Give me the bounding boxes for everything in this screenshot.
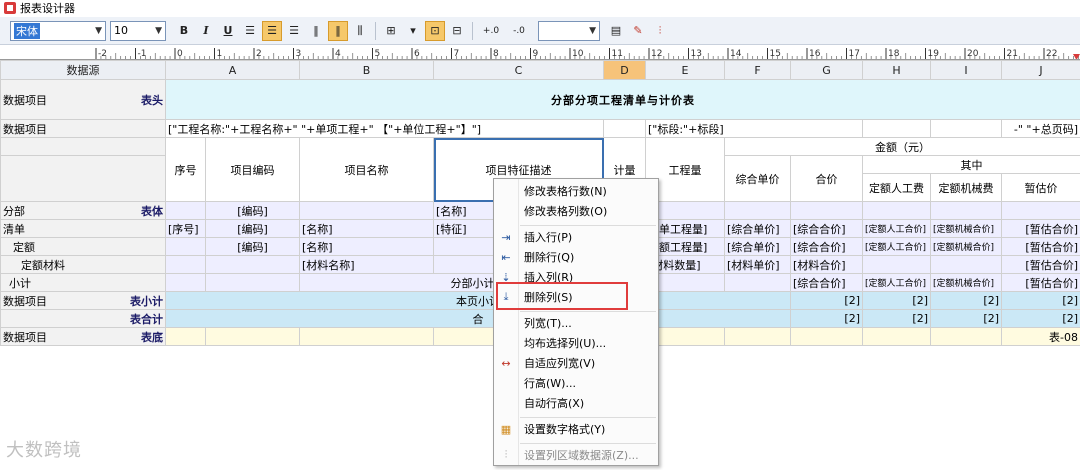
- col-header-c[interactable]: C: [433, 60, 604, 80]
- insert-row-icon: ⇥: [501, 230, 511, 244]
- col-header-j[interactable]: J: [1001, 60, 1080, 80]
- ruler-label: 21: [1007, 49, 1018, 59]
- menu-col-width[interactable]: 列宽(T)...: [494, 313, 658, 333]
- title-bar: 报表设计器: [0, 0, 1080, 16]
- menu-number-format[interactable]: ▦ 设置数字格式(Y): [494, 419, 658, 439]
- row-header-xj[interactable]: 小计: [0, 273, 166, 292]
- delete-row-icon: ⇤: [501, 250, 511, 264]
- ruler-label: 22: [1046, 49, 1057, 59]
- border-dropdown-icon[interactable]: ▾: [403, 21, 423, 41]
- format-select[interactable]: ▼: [538, 20, 600, 41]
- ruler-label: 11: [612, 49, 623, 59]
- context-menu: 修改表格行数(N) 修改表格列数(O) ⇥ 插入行(P) ⇤ 删除行(Q) ⇣ 插入列…: [493, 178, 659, 466]
- col-header-h[interactable]: H: [862, 60, 931, 80]
- estimate-header[interactable]: 暂估价: [1001, 173, 1080, 202]
- merge-cells-icon[interactable]: ⊡: [425, 20, 445, 41]
- font-size-select[interactable]: 10 ▼: [110, 20, 166, 41]
- ruler-label: 12: [651, 49, 662, 59]
- watermark: 大数跨境: [6, 440, 82, 461]
- row-header-cl[interactable]: 定额材料: [0, 255, 166, 274]
- col-header-e[interactable]: E: [645, 60, 725, 80]
- ruler-label: 14: [730, 49, 742, 59]
- menu-row-height[interactable]: 行高(W)...: [494, 373, 658, 393]
- bold-button[interactable]: B: [174, 21, 194, 41]
- brush-icon[interactable]: ✎: [628, 21, 648, 41]
- menu-col-datasource[interactable]: ⫶ 设置列区域数据源(Z)...: [494, 445, 658, 465]
- align-center-icon[interactable]: ☰: [262, 20, 282, 41]
- inner-header[interactable]: 其中: [862, 155, 1080, 174]
- datasource-icon: ⫶: [504, 448, 508, 461]
- menu-autofit-width[interactable]: ↔ 自适应列宽(V): [494, 353, 658, 373]
- italic-button[interactable]: I: [196, 21, 216, 41]
- ruler-label: 16: [809, 49, 821, 59]
- row-header-columns-2[interactable]: [0, 155, 166, 202]
- total-header[interactable]: 合价: [790, 155, 863, 202]
- menu-modify-rows[interactable]: 修改表格行数(N): [494, 181, 658, 201]
- chart-icon[interactable]: ⫶: [650, 21, 670, 41]
- split-cells-icon[interactable]: ⊟: [447, 21, 467, 41]
- distribute-icon[interactable]: ‖: [306, 21, 326, 41]
- border-icon[interactable]: ⊞: [381, 21, 401, 41]
- vertical-distribute-icon[interactable]: ⫼: [350, 21, 370, 41]
- preview-icon[interactable]: ▤: [606, 21, 626, 41]
- highlight-box: [496, 282, 628, 310]
- ruler-label: 18: [888, 49, 900, 59]
- chevron-down-icon: ▼: [155, 25, 162, 36]
- project-name-cell[interactable]: ["工程名称:"+工程名称+" "+单项工程+" 【"+单位工程+"】"]: [165, 119, 604, 138]
- ruler-label: 20: [967, 49, 979, 59]
- row-header-bxj[interactable]: 数据项目: [3, 295, 47, 308]
- amount-header[interactable]: 金额（元）: [724, 137, 1080, 156]
- row-header-columns-1[interactable]: [0, 137, 166, 156]
- align-right-icon[interactable]: ☰: [284, 21, 304, 41]
- ruler-label: 13: [691, 49, 702, 59]
- col-header-b[interactable]: B: [299, 60, 434, 80]
- row-header-info[interactable]: 数据项目: [0, 119, 166, 138]
- col-header-a[interactable]: A: [165, 60, 300, 80]
- ruler: -2 -1 0 1 2 3 4 5 6 7 8 9 10 11 12 13 14 15 16 17 18 19 20 21 22…: [0, 46, 1080, 60]
- menu-insert-row[interactable]: ⇥ 插入行(P): [494, 227, 658, 247]
- report-title-cell[interactable]: 分部分项工程清单与计价表: [165, 79, 1080, 120]
- menu-delete-row[interactable]: ⇤ 删除行(Q): [494, 247, 658, 267]
- row-header-de[interactable]: 定额: [0, 237, 166, 256]
- app-icon: [4, 2, 16, 14]
- increase-decimal-button[interactable]: +.0: [478, 21, 504, 41]
- corner-header: 数据源: [0, 60, 166, 80]
- align-left-icon[interactable]: ☰: [240, 21, 260, 41]
- col-header-f[interactable]: F: [724, 60, 791, 80]
- machine-header[interactable]: 定额机械费: [930, 173, 1002, 202]
- ruler-label: 10: [572, 49, 584, 59]
- window-title: 报表设计器: [20, 2, 75, 15]
- underline-button[interactable]: U: [218, 21, 238, 41]
- decrease-decimal-button[interactable]: -.0: [506, 21, 532, 41]
- ruler-label: 19: [928, 49, 940, 59]
- row-header-title[interactable]: 数据项目 表头: [0, 79, 166, 120]
- menu-auto-row-height[interactable]: 自动行高(X): [494, 393, 658, 413]
- code-header[interactable]: 项目编码: [205, 137, 300, 202]
- col-header-d[interactable]: D: [603, 60, 646, 80]
- section-cell[interactable]: ["标段:"+标段]: [645, 119, 863, 138]
- autofit-icon: ↔: [501, 356, 511, 370]
- number-format-icon: ▦: [500, 422, 512, 436]
- labor-header[interactable]: 定额人工费: [862, 173, 931, 202]
- chevron-down-icon: ▼: [95, 25, 102, 36]
- col-header-i[interactable]: I: [930, 60, 1002, 80]
- row-header-fb[interactable]: 分部: [3, 205, 25, 218]
- row-header-bd[interactable]: 数据项目: [3, 331, 47, 344]
- justify-icon[interactable]: ‖: [328, 20, 348, 41]
- menu-modify-cols[interactable]: 修改表格列数(O): [494, 201, 658, 221]
- name-header[interactable]: 项目名称: [299, 137, 434, 202]
- unit-price-header[interactable]: 综合单价: [724, 155, 791, 202]
- chevron-down-icon: ▼: [589, 25, 596, 36]
- page-cell[interactable]: -" "+总页码]: [1001, 119, 1080, 138]
- toolbar: 宋体 ▼ 10 ▼ B I U ☰ ☰ ☰ ‖ ‖ ⫼ ⊞ ▾ ⊡ ⊟ +.0 -.…: [0, 17, 1080, 45]
- seq-header[interactable]: 序号: [165, 137, 206, 202]
- row-header-qd[interactable]: 清单: [0, 219, 166, 238]
- ruler-label: 15: [770, 49, 781, 59]
- col-header-g[interactable]: G: [790, 60, 863, 80]
- ruler-label: 17: [849, 49, 860, 59]
- font-family-select[interactable]: 宋体 ▼: [10, 20, 106, 41]
- menu-distribute-cols[interactable]: 均布选择列(U)...: [494, 333, 658, 353]
